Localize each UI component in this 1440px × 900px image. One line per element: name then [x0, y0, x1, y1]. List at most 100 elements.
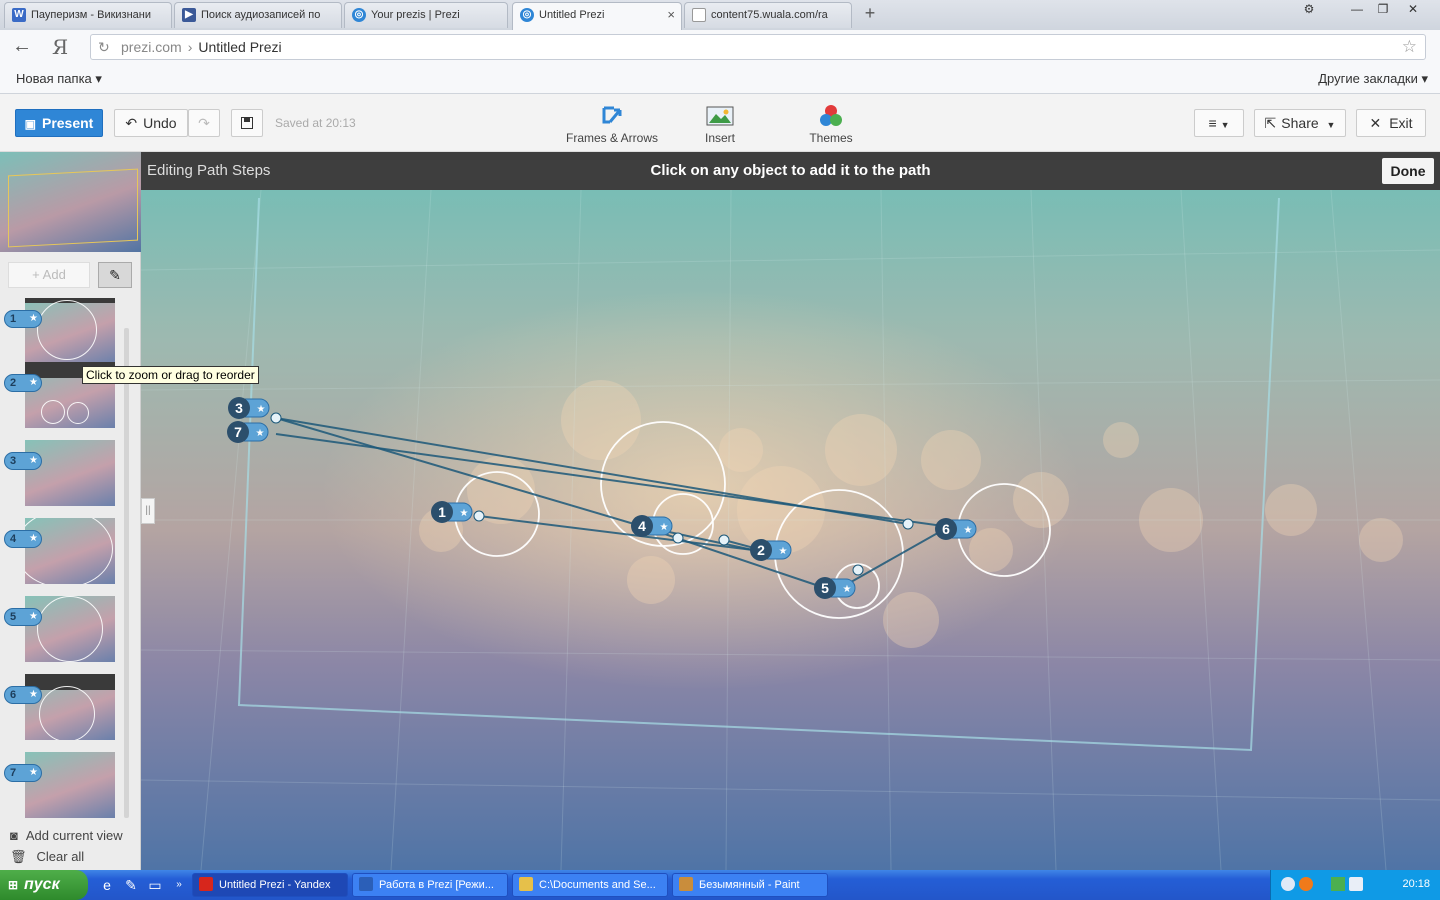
svg-text:★: ★	[843, 584, 852, 595]
url-field[interactable]: ↻ prezi.com › Untitled Prezi ☆	[90, 34, 1426, 60]
done-button[interactable]: Done	[1382, 158, 1434, 184]
close-window-icon[interactable]: ✕	[1400, 0, 1426, 18]
share-label: Share	[1281, 115, 1319, 131]
circle-shape	[41, 400, 65, 424]
add-current-view-button[interactable]: ◙ Add current view	[10, 828, 123, 843]
insert-tool[interactable]: Insert	[696, 104, 744, 145]
marker-number: 7	[234, 424, 242, 440]
browser-tab[interactable]: W Пауперизм - Викизнани	[4, 2, 172, 28]
path-marker-6[interactable]: ★ 6	[934, 517, 978, 544]
camera-icon: ◙	[10, 828, 18, 843]
browser-tab[interactable]: content75.wuala.com/ra	[684, 2, 852, 28]
svg-text:★: ★	[257, 404, 266, 415]
plus-icon: +	[32, 267, 43, 282]
start-button[interactable]: ⊞ пуск	[0, 870, 88, 900]
wand-icon[interactable]: ✎	[122, 876, 140, 894]
path-marker-3[interactable]: ★ 3	[227, 396, 271, 423]
redo-button[interactable]: ↷	[188, 109, 220, 137]
marker-number: 2	[757, 542, 765, 558]
add-step-button[interactable]: + Add	[8, 262, 90, 288]
ie-icon[interactable]: e	[98, 876, 116, 894]
path-step-thumbnail[interactable]: 6 ★	[0, 674, 126, 744]
step-number: 3	[9, 455, 17, 467]
frames-arrows-label: Frames & Arrows	[566, 131, 659, 145]
clear-all-button[interactable]: 🗑 Clear all	[10, 849, 84, 865]
clock: 20:18	[1402, 878, 1430, 890]
more-quicklaunch-icon[interactable]: »	[170, 876, 188, 894]
frames-arrows-tool[interactable]: Frames & Arrows	[566, 104, 658, 145]
tab-title: content75.wuala.com/ra	[711, 9, 828, 21]
undo-arrow-icon: ↶	[125, 115, 138, 131]
restore-icon[interactable]: ❐	[1370, 0, 1396, 18]
path-step-thumbnail[interactable]: 7 ★	[0, 752, 126, 822]
edit-path-button[interactable]: ✎	[98, 262, 132, 288]
browser-tab[interactable]: ◎ Your prezis | Prezi	[344, 2, 508, 28]
taskbar-item-explorer[interactable]: C:\Documents and Se...	[512, 873, 668, 897]
tray-app-icon[interactable]	[1299, 877, 1313, 891]
taskbar-item-word[interactable]: Работа в Prezi [Режи...	[352, 873, 508, 897]
bookmark-folder[interactable]: Новая папка ▾	[16, 64, 102, 94]
audio-icon: ▶	[182, 8, 196, 22]
windows-flag-icon: ⊞	[8, 878, 19, 892]
sidebar-collapse-handle[interactable]: ||	[141, 498, 155, 524]
back-arrow-icon[interactable]: ←	[12, 36, 34, 58]
circle-shape	[37, 300, 97, 360]
canvas-drawing	[141, 190, 1440, 870]
clear-all-label: Clear all	[36, 849, 85, 864]
path-marker-4[interactable]: ★ 4	[630, 514, 674, 541]
path-marker-5[interactable]: ★ 5	[813, 576, 857, 603]
reload-icon[interactable]: ↻	[98, 35, 110, 59]
task-label: Безымянный - Paint	[699, 879, 800, 891]
taskbar-item-paint[interactable]: Безымянный - Paint	[672, 873, 828, 897]
overview-thumbnail[interactable]	[0, 152, 141, 252]
tray-app-icon[interactable]	[1331, 877, 1345, 891]
minimize-icon[interactable]: —	[1344, 0, 1370, 18]
circle-shape	[37, 596, 103, 662]
folder-icon	[519, 877, 533, 891]
browser-tab-bar: W Пауперизм - Викизнани ▶ Поиск аудиозап…	[0, 0, 1440, 30]
path-step-thumbnail[interactable]: 5 ★	[0, 596, 126, 666]
path-marker-2[interactable]: ★ 2	[749, 538, 793, 565]
browser-tab[interactable]: ▶ Поиск аудиозаписей по	[174, 2, 342, 28]
step-preview	[25, 440, 115, 506]
save-button[interactable]	[231, 109, 263, 137]
undo-button[interactable]: ↶ Undo	[114, 109, 188, 137]
themes-label: Themes	[809, 131, 853, 145]
yandex-logo-icon[interactable]: Я	[52, 35, 72, 59]
path-editing-bar: Editing Path Steps Click on any object t…	[141, 152, 1440, 190]
themes-tool[interactable]: Themes	[806, 104, 856, 145]
step-badge: 6 ★	[4, 686, 42, 704]
svg-text:★: ★	[460, 508, 469, 519]
path-step-thumbnail[interactable]: 4 ★	[0, 518, 126, 588]
share-button[interactable]: ⇱ Share ▼	[1254, 109, 1346, 137]
new-tab-button[interactable]: +	[860, 4, 880, 24]
settings-icon[interactable]: ⚙	[1296, 0, 1322, 18]
yandex-icon	[199, 877, 213, 891]
close-tab-icon[interactable]: ×	[667, 3, 675, 27]
tab-title: Пауперизм - Викизнани	[31, 9, 152, 21]
desktop-icon[interactable]: ▭	[146, 876, 164, 894]
redo-arrow-icon: ↷	[198, 115, 210, 131]
monitor-icon: ▣	[24, 117, 36, 131]
other-bookmarks[interactable]: Другие закладки ▾	[1318, 64, 1428, 94]
step-preview	[25, 674, 115, 740]
exit-button[interactable]: ✕ Exit	[1356, 109, 1426, 137]
tray-app-icon[interactable]	[1349, 877, 1363, 891]
browser-tab-active[interactable]: ◎ Untitled Prezi ×	[512, 2, 682, 30]
path-editing-hint: Click on any object to add it to the pat…	[650, 162, 931, 179]
taskbar-item-yandex[interactable]: Untitled Prezi - Yandex	[192, 873, 348, 897]
path-step-thumbnail[interactable]: 3 ★	[0, 440, 126, 510]
prezi-canvas[interactable]: ★ 3 ★ 7 ★ 1 ★ 4 ★ 2 ★ 5 ★ 6	[141, 190, 1440, 870]
sidebar-scrollbar[interactable]	[124, 328, 129, 818]
circle-shape	[25, 518, 113, 584]
path-step-thumbnail[interactable]: 1 ★	[0, 298, 126, 368]
svg-text:★: ★	[256, 428, 265, 439]
menu-button[interactable]: ≡ ▼	[1194, 109, 1244, 137]
path-marker-7[interactable]: ★ 7	[226, 420, 270, 447]
tray-app-icon[interactable]	[1281, 877, 1295, 891]
tab-title: Поиск аудиозаписей по	[201, 9, 321, 21]
bookmark-star-icon[interactable]: ☆	[1402, 35, 1417, 59]
path-marker-1[interactable]: ★ 1	[430, 500, 474, 527]
present-button[interactable]: ▣ Present	[15, 109, 103, 137]
exit-label: Exit	[1389, 115, 1413, 131]
